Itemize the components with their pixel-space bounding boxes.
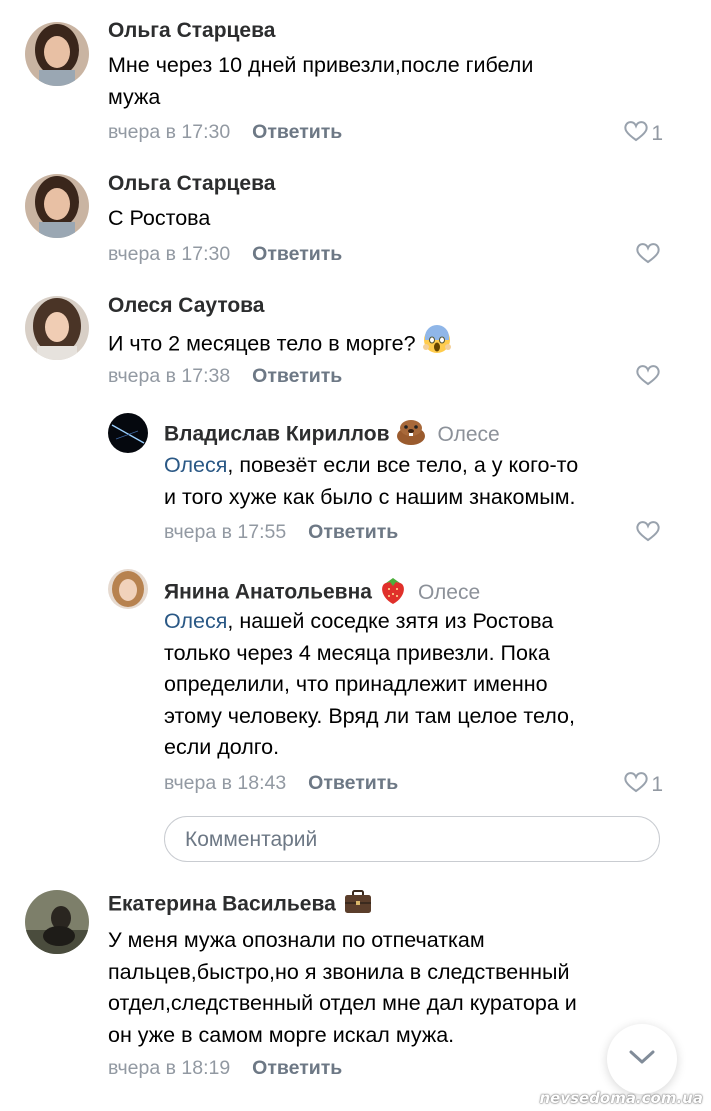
like-button[interactable]: 1 <box>623 770 663 800</box>
text-line: И что 2 месяцев тело в морге? <box>108 325 452 365</box>
text-line: пальцев,быстро,но я звонила в следственн… <box>108 959 570 984</box>
heart-icon <box>623 770 649 800</box>
comment-text: У меня мужа опознали по отпечаткам пальц… <box>108 925 577 1051</box>
text-line: Олеся, нашей соседке зятя из Ростова <box>164 606 575 638</box>
avatar[interactable] <box>25 174 89 238</box>
heart-icon <box>635 363 661 393</box>
reply-to[interactable]: Олесе <box>418 581 480 604</box>
comment-meta: вчера в 18:43 Ответить <box>164 772 398 795</box>
comment-author[interactable]: Олеся Саутова <box>108 294 264 318</box>
avatar[interactable] <box>108 413 148 453</box>
author-name: Янина Анатольевна <box>164 580 372 604</box>
avatar[interactable] <box>25 22 89 86</box>
like-button[interactable] <box>635 519 663 549</box>
reply-button[interactable]: Ответить <box>308 521 398 543</box>
reply-button[interactable]: Ответить <box>252 121 342 143</box>
heart-icon <box>635 519 661 549</box>
beaver-emoji-icon <box>395 418 427 452</box>
text-line: и того хуже как было с нашим знакомым. <box>164 484 576 509</box>
like-button[interactable]: 1 <box>623 119 663 149</box>
comment-input[interactable]: Комментарий <box>164 816 660 862</box>
scream-emoji-icon <box>422 325 452 365</box>
text-line: только через 4 месяца привезли. Пока <box>164 640 550 665</box>
text-line: он уже в самом морге искал мужа. <box>108 1022 455 1047</box>
author-name: Екатерина Васильева <box>108 892 336 916</box>
comment-meta: вчера в 17:55 Ответить <box>164 521 398 544</box>
comment-author[interactable]: Владислав Кириллов Олесе <box>164 418 500 452</box>
comment-input-placeholder: Комментарий <box>185 828 318 851</box>
comment-meta: вчера в 18:19 Ответить <box>108 1057 342 1080</box>
comment-time: вчера в 17:38 <box>108 365 231 387</box>
comment-text: С Ростова <box>108 203 210 235</box>
current-user-avatar <box>108 820 148 860</box>
text-span: И что 2 месяцев тело в морге? <box>108 331 416 356</box>
text-line: мужа <box>108 84 161 109</box>
comment-time: вчера в 18:43 <box>164 772 287 794</box>
chevron-down-icon <box>627 1048 657 1071</box>
reply-to[interactable]: Олесе <box>437 423 499 446</box>
comment-time: вчера в 17:30 <box>108 243 231 265</box>
comment-meta: вчера в 17:30 Ответить <box>108 121 342 144</box>
text-line: отдел,следственный отдел мне дал куратор… <box>108 991 577 1015</box>
comment-meta: вчера в 17:38 Ответить <box>108 365 342 388</box>
avatar[interactable] <box>108 569 148 609</box>
heart-icon <box>635 241 661 271</box>
comment-time: вчера в 18:19 <box>108 1057 231 1079</box>
comment-time: вчера в 17:55 <box>164 521 287 543</box>
text-line: У меня мужа опознали по отпечаткам <box>108 928 485 952</box>
heart-icon <box>623 119 649 149</box>
text-line: этому человеку. Вряд ли там целое тело, <box>164 703 575 728</box>
text-span: , нашей соседке зятя из Ростова <box>227 609 554 633</box>
comment-text: И что 2 месяцев тело в морге? <box>108 325 452 365</box>
scroll-down-button[interactable] <box>607 1024 677 1094</box>
comment-text: Олеся, нашей соседке зятя из Ростова тол… <box>164 606 575 764</box>
like-button[interactable] <box>635 363 663 393</box>
text-line: определили, что принадлежит именно <box>164 672 548 696</box>
text-line: если долго. <box>164 735 280 759</box>
text-span: , повезёт если все тело, а у кого-то <box>227 453 579 477</box>
comment-text: Олеся, повезёт если все тело, а у кого-т… <box>164 450 578 513</box>
reply-button[interactable]: Ответить <box>308 772 398 794</box>
comment-text: Мне через 10 дней привезли,после гибели … <box>108 50 533 113</box>
like-button[interactable] <box>635 241 663 271</box>
mention-link[interactable]: Олеся <box>164 609 227 633</box>
briefcase-emoji-icon <box>342 888 374 922</box>
comment-author[interactable]: Екатерина Васильева <box>108 888 374 922</box>
reply-button[interactable]: Ответить <box>252 1057 342 1079</box>
text-line: Мне через 10 дней привезли,после гибели <box>108 53 534 77</box>
comment-meta: вчера в 17:30 Ответить <box>108 243 342 266</box>
like-count: 1 <box>651 122 663 145</box>
text-line: Олеся, повезёт если все тело, а у кого-т… <box>164 450 578 482</box>
text-line: С Ростова <box>108 206 211 230</box>
watermark: nevsedoma.com.ua <box>539 1089 703 1107</box>
comment-time: вчера в 17:30 <box>108 121 231 143</box>
mention-link[interactable]: Олеся <box>164 453 227 477</box>
avatar[interactable] <box>25 890 89 954</box>
comment-author[interactable]: Ольга Старцева <box>108 19 275 43</box>
comment-author[interactable]: Ольга Старцева <box>108 172 275 196</box>
reply-button[interactable]: Ответить <box>252 243 342 265</box>
author-name: Владислав Кириллов <box>164 422 390 446</box>
reply-button[interactable]: Ответить <box>252 365 342 387</box>
like-count: 1 <box>651 773 663 796</box>
avatar[interactable] <box>25 296 89 360</box>
